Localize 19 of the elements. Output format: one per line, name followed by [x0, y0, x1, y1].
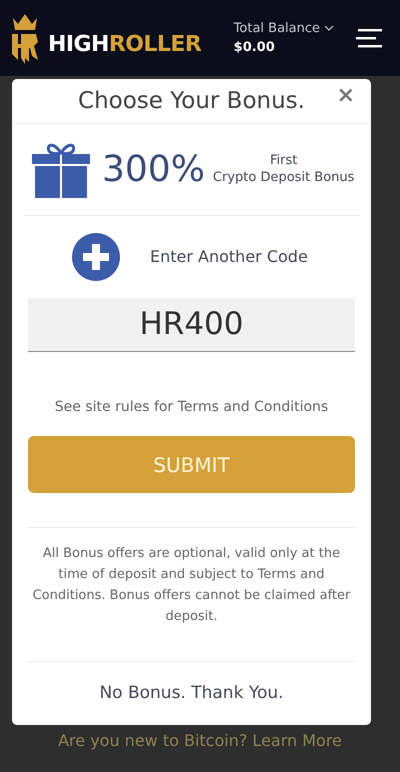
chevron-down-icon[interactable] — [324, 25, 334, 32]
learn-more-link[interactable]: Are you new to Bitcoin? Learn More — [58, 729, 342, 753]
modal-title: Choose Your Bonus. — [78, 86, 305, 116]
bonus-description: First — [270, 153, 298, 170]
gift-icon — [32, 142, 90, 198]
enter-code-link[interactable]: Enter Another Code — [150, 245, 308, 269]
disclaimer-text: All Bonus offers are optional, valid only at the time of deposit and subject to Terms and Conditions. Bonus offers cannot be claimed after deposit. — [32, 545, 352, 626]
code-input[interactable]: HR400 — [28, 298, 355, 352]
bonus-percentage: 300% — [102, 152, 205, 188]
balance-label[interactable]: Total Balance — [234, 18, 320, 38]
menu-icon[interactable] — [356, 28, 382, 48]
terms-text: See site rules for Terms and Conditions — [54, 398, 330, 417]
bonus-description: Crypto Deposit Bonus — [212, 170, 354, 186]
no-bonus-button[interactable]: No Bonus. Thank You. — [12, 662, 371, 725]
crown-logo-icon — [10, 12, 40, 64]
plus-circle-icon[interactable] — [72, 233, 120, 281]
brand-logo[interactable]: HIGHROLLER — [48, 34, 202, 56]
balance-amount: $0.00 — [234, 39, 276, 57]
close-button[interactable]: × — [336, 85, 355, 107]
